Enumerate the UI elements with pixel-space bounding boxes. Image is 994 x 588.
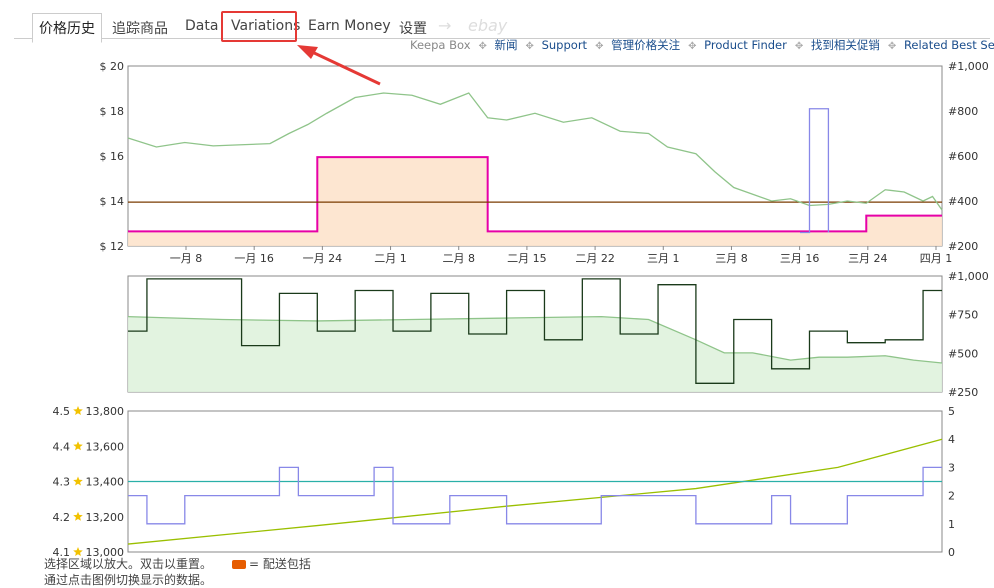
xtick-label: 三月 16 [780,252,820,265]
xtick-label: 一月 8 [170,252,203,265]
annotation-arrow-head [297,45,318,59]
price-ytick-right: #400 [948,195,978,208]
reviews-ytick-left2: 13,800 [86,405,125,418]
price-sales_rank-line [127,92,943,211]
price-frame [127,65,943,247]
xtick-label: 三月 24 [848,252,888,265]
xtick-label: 一月 24 [303,252,343,265]
reviews-offer_stars-line [128,466,942,525]
star-icon [73,476,83,486]
xtick-label: 二月 8 [442,252,475,265]
xtick-label: 二月 15 [507,252,547,265]
xtick-label: 四月 1 [920,252,953,265]
reviews-ytick-left2: 13,400 [86,476,125,489]
price-ytick-left: $ 16 [100,150,125,163]
reviews-ytick-right: 2 [948,490,955,503]
xtick-label: 二月 1 [374,252,407,265]
charts-svg[interactable]: $ 12 $ 14 $ 16 $ 18 $ 20 #200 #400 #600 #800 #1,0… [0,0,994,585]
reviews-review_count-line [127,438,943,545]
price-ytick-left: $ 20 [100,60,125,73]
reviews-ytick-left2: 13,200 [86,511,125,524]
zoom-hint: 选择区域以放大。双击以重置。 [44,557,213,571]
legend-hint: 通过点击图例切换显示的数据。 [44,573,213,587]
xtick-label: 三月 8 [715,252,748,265]
price-ytick-right: #1,000 [948,60,989,73]
offers-ytick-right: #250 [948,386,978,399]
xtick-label: 一月 16 [234,252,274,265]
reviews-ytick-right: 5 [948,405,955,418]
offers-rank_area-area [128,316,942,392]
xtick-label: 三月 1 [647,252,680,265]
reviews-ytick-left: 4.3 [53,476,71,489]
star-icon [73,406,83,415]
star-icon [73,441,83,451]
footer-notes: 选择区域以放大。双击以重置。 = 配送包括 通过点击图例切换显示的数据。 [44,556,311,588]
reviews-ytick-right: 1 [948,518,955,531]
price-ytick-right: #800 [948,105,978,118]
annotation-arrow-shaft [309,49,381,86]
price-lightning-line [800,108,830,234]
offers-ytick-right: #500 [948,347,978,360]
offers-ytick-right: #750 [948,309,978,322]
reviews-ytick-left: 4.5 [53,405,71,418]
price-ytick-left: $ 18 [100,105,125,118]
price-ytick-right: #600 [948,150,978,163]
xtick-label: 二月 22 [575,252,615,265]
reviews-ytick-right: 4 [948,433,955,446]
offers-ytick-right: #1,000 [948,270,989,283]
price-amazon-line [128,156,942,233]
price-ytick-left: $ 14 [100,195,125,208]
reviews-ytick-right: 3 [948,461,955,474]
shipping-truck-icon [232,560,247,569]
reviews-ytick-left: 4.4 [53,440,71,453]
reviews-ytick-left: 4.2 [53,511,71,524]
reviews-ytick-left2: 13,600 [86,440,125,453]
star-icon [73,547,83,556]
price-ytick-right: #200 [948,240,978,253]
price-ytick-left: $ 12 [100,240,125,253]
shipping-legend: = 配送包括 [249,557,311,571]
star-icon [73,511,83,521]
reviews-ytick-right: 0 [948,546,955,559]
